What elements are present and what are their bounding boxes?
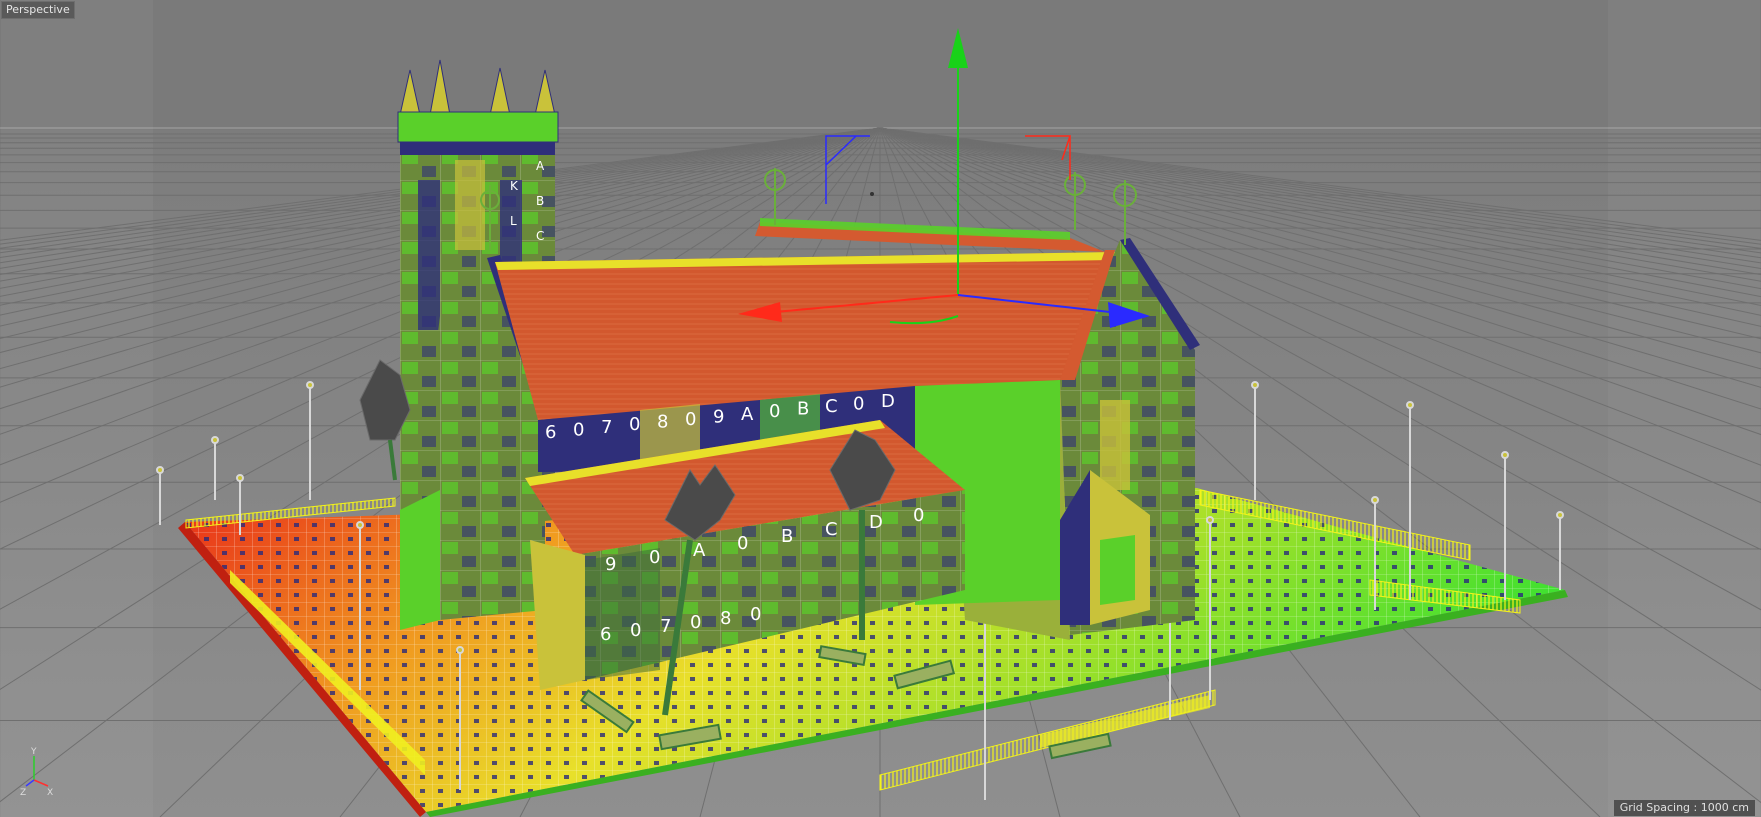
nave-wall-label: 7 xyxy=(601,417,612,438)
axis-y-label: Y xyxy=(30,747,37,757)
aisle-wall-label: 0 xyxy=(649,547,660,568)
aisle-lower-label: 7 xyxy=(660,616,671,637)
nave-wall-label: C xyxy=(825,396,838,417)
nave-wall-label: A xyxy=(741,404,754,425)
aisle-lower-label: 0 xyxy=(750,604,761,625)
aisle-wall-label: B xyxy=(781,526,793,547)
aisle-wall-label: 0 xyxy=(913,505,924,526)
viewport-canvas[interactable]: A B C K L 6070809A0BC0D 9 0 A 0 B C D 06… xyxy=(0,0,1761,817)
aisle-wall-label: 9 xyxy=(605,554,616,575)
nave-wall-label: D xyxy=(881,391,895,412)
aisle-wall-label: A xyxy=(693,540,706,561)
3d-viewport[interactable]: A B C K L 6070809A0BC0D 9 0 A 0 B C D 0 … xyxy=(0,0,1761,817)
aisle-lower-label: 8 xyxy=(720,608,731,629)
aisle-lower-label: 0 xyxy=(630,620,641,641)
axis-x-label: X xyxy=(47,788,53,798)
nave-wall-label: 0 xyxy=(685,409,696,430)
nave-wall-label: 8 xyxy=(657,412,668,433)
nave-wall-label: 0 xyxy=(853,393,864,414)
axis-z-label: Z xyxy=(20,788,26,798)
aisle-wall-label: 0 xyxy=(737,533,748,554)
nave-wall-label: 0 xyxy=(769,401,780,422)
nave-wall-label: 6 xyxy=(545,422,556,443)
nave-wall-label: 0 xyxy=(573,419,584,440)
tower-letter: B xyxy=(536,194,544,208)
nave-wall-label: B xyxy=(797,399,809,420)
tower-letter: A xyxy=(536,159,545,173)
nave-wall-label: 0 xyxy=(629,414,640,435)
aisle-lower-label: 0 xyxy=(690,612,701,633)
aisle-lower-label: 6 xyxy=(600,624,611,645)
aisle-wall-label: C xyxy=(825,519,838,540)
nave-wall-label: 9 xyxy=(713,406,724,427)
tower-letter: K xyxy=(510,179,519,193)
view-label-perspective[interactable]: Perspective xyxy=(1,1,75,19)
tower-letter: L xyxy=(510,214,517,228)
tower-letter: C xyxy=(536,229,544,243)
aisle-wall-label: D xyxy=(869,512,883,533)
grid-spacing-readout: Grid Spacing : 1000 cm xyxy=(1613,800,1755,816)
